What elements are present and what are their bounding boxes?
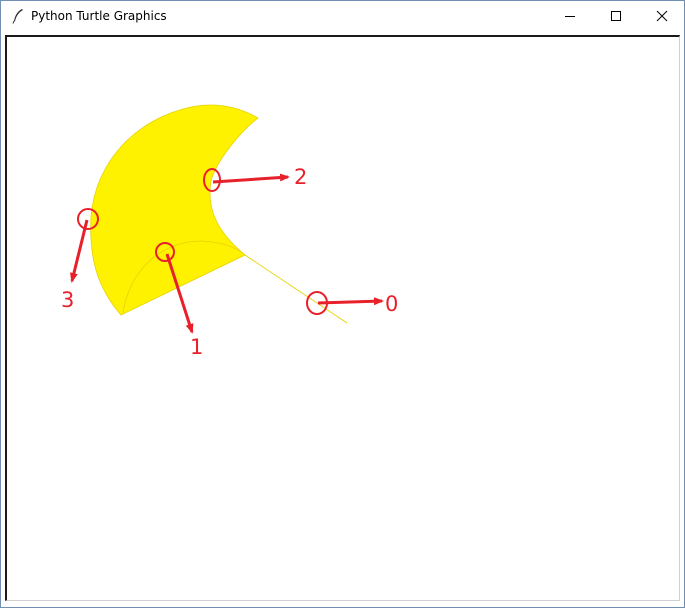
maximize-button[interactable] [593, 1, 639, 31]
marker-2: 2 [203, 165, 307, 192]
drawing-surface: 0 1 2 3 [61, 104, 398, 359]
minimize-icon [565, 16, 575, 17]
marker-3-arrow [70, 219, 89, 283]
maximize-icon [611, 11, 621, 21]
crescent-shape [90, 104, 259, 316]
minimize-button[interactable] [547, 1, 593, 31]
close-button[interactable] [639, 1, 685, 31]
marker-2-label: 2 [294, 165, 307, 189]
marker-1-label: 1 [190, 335, 203, 359]
feather-pen-icon [12, 9, 23, 24]
marker-2-arrow [212, 173, 290, 184]
title-bar[interactable]: Python Turtle Graphics [1, 1, 684, 31]
window-title: Python Turtle Graphics [31, 9, 167, 23]
turtle-trail-line [244, 254, 348, 324]
close-icon [656, 10, 668, 22]
turtle-window: Python Turtle Graphics 0 1 2 3 [0, 0, 685, 608]
marker-0: 0 [306, 291, 398, 316]
marker-0-arrow [317, 297, 384, 306]
marker-0-label: 0 [385, 292, 398, 316]
marker-3-label: 3 [61, 288, 74, 312]
turtle-canvas[interactable]: 0 1 2 3 [5, 35, 680, 601]
